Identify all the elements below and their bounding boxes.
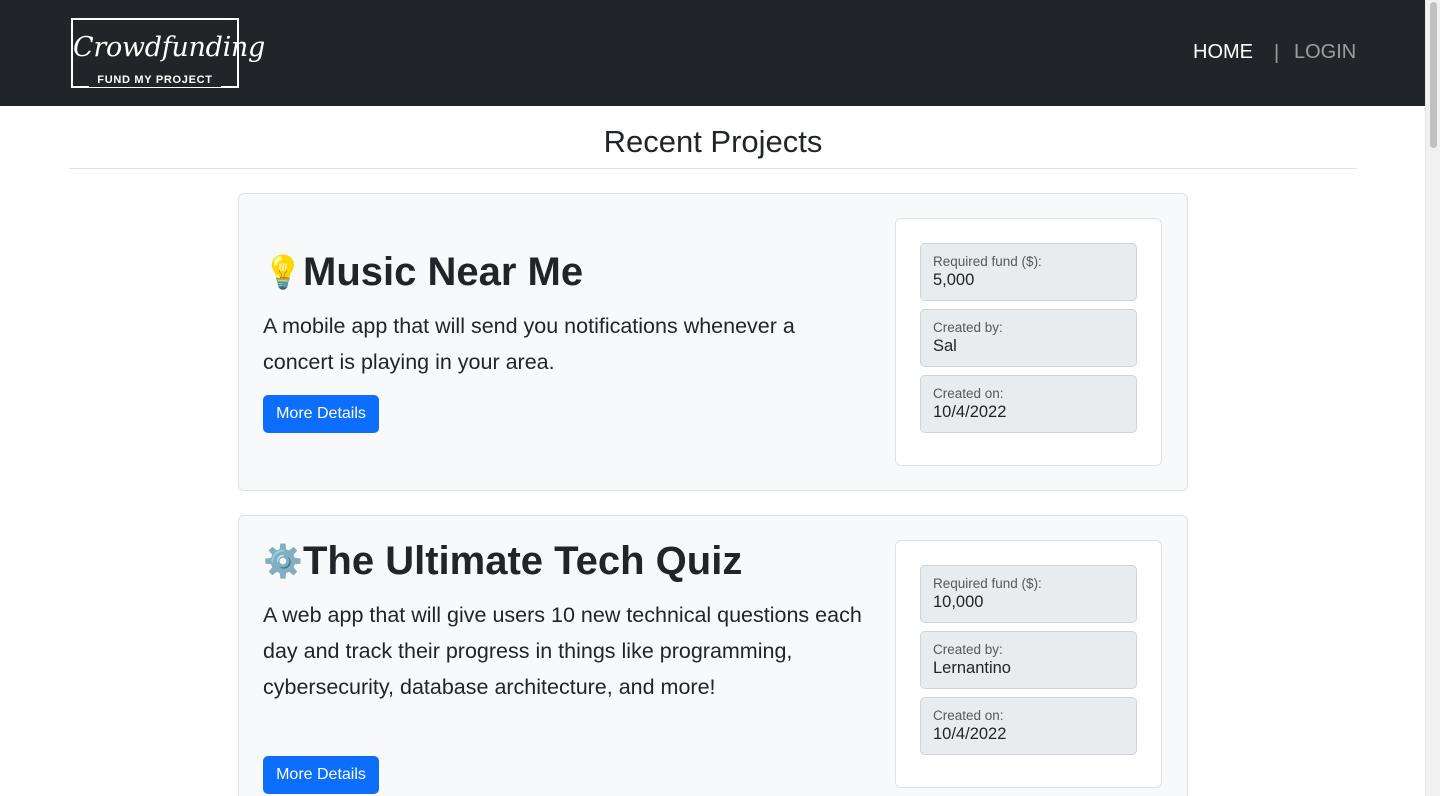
project-info-panel: Required fund ($): 10,000 Created by: Le… xyxy=(895,540,1162,788)
scrollbar-thumb[interactable] xyxy=(1430,2,1437,148)
created-by-field: Created by: Sal xyxy=(920,309,1137,367)
project-title-text: The Ultimate Tech Quiz xyxy=(303,539,743,583)
created-on-field: Created on: 10/4/2022 xyxy=(920,697,1137,755)
created-by-value: Sal xyxy=(933,337,957,355)
page-title: Recent Projects xyxy=(603,124,823,159)
created-by-value: Lernantino xyxy=(933,659,1011,677)
required-fund-label: Required fund ($): xyxy=(933,254,1042,269)
project-info-panel: Required fund ($): 5,000 Created by: Sal… xyxy=(895,218,1162,466)
more-details-button[interactable]: More Details xyxy=(263,395,379,433)
project-title: ⚙️The Ultimate Tech Quiz xyxy=(263,537,742,585)
logo-tagline: FUND MY PROJECT xyxy=(89,73,221,87)
nav-separator: | xyxy=(1274,42,1280,64)
created-on-label: Created on: xyxy=(933,386,1004,401)
top-navbar: Crowdfunding FUND MY PROJECT HOME | LOGI… xyxy=(0,0,1425,106)
more-details-button[interactable]: More Details xyxy=(263,756,379,794)
created-by-label: Created by: xyxy=(933,320,1003,335)
logo-script-text: Crowdfunding xyxy=(73,32,265,63)
project-card: ⚙️The Ultimate Tech Quiz A web app that … xyxy=(238,515,1188,796)
project-title-text: Music Near Me xyxy=(303,250,584,294)
created-on-value: 10/4/2022 xyxy=(933,725,1007,743)
site-logo[interactable]: Crowdfunding FUND MY PROJECT xyxy=(71,18,265,88)
title-divider xyxy=(69,168,1357,169)
created-by-field: Created by: Lernantino xyxy=(920,631,1137,689)
required-fund-value: 10,000 xyxy=(933,593,984,611)
project-description: A web app that will give users 10 new te… xyxy=(263,603,862,699)
created-on-field: Created on: 10/4/2022 xyxy=(920,375,1137,433)
required-fund-label: Required fund ($): xyxy=(933,576,1042,591)
gear-icon: ⚙️ xyxy=(263,543,303,579)
required-fund-field: Required fund ($): 5,000 xyxy=(920,243,1137,301)
created-on-value: 10/4/2022 xyxy=(933,403,1007,421)
lightbulb-icon: 💡 xyxy=(263,254,303,290)
created-by-label: Created by: xyxy=(933,642,1003,657)
required-fund-field: Required fund ($): 10,000 xyxy=(920,565,1137,623)
required-fund-value: 5,000 xyxy=(933,271,975,289)
project-description: A mobile app that will send you notifica… xyxy=(263,314,795,374)
created-on-label: Created on: xyxy=(933,708,1004,723)
page-scrollbar[interactable] xyxy=(1425,0,1440,796)
project-card: 💡Music Near Me A mobile app that will se… xyxy=(238,193,1188,491)
nav-login-link[interactable]: LOGIN xyxy=(1294,41,1356,64)
nav-home-link[interactable]: HOME xyxy=(1193,41,1253,64)
project-title: 💡Music Near Me xyxy=(263,248,583,296)
